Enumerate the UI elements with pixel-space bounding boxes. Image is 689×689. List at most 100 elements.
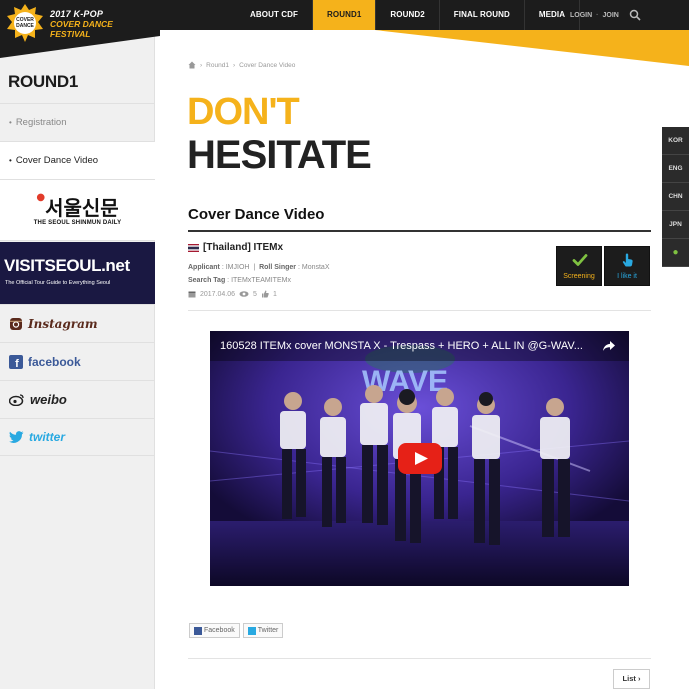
- logo-title-text: COVER DANCE FESTIVAL: [50, 19, 130, 39]
- share-twitter-button[interactable]: Twitter: [242, 623, 284, 638]
- page: COVER DANCE 2017 K-POP COVER DANCE FESTI…: [0, 0, 689, 689]
- hand-pointer-icon: [622, 253, 633, 267]
- util-separator: ·: [596, 11, 599, 19]
- applicant-label: Applicant: [188, 264, 220, 271]
- nav-round2[interactable]: ROUND2: [376, 0, 438, 30]
- visitseoul-logo: VISITSEOUL.net: [4, 256, 130, 276]
- twitter-label: twitter: [29, 430, 65, 444]
- login-link[interactable]: LOGIN: [570, 12, 592, 19]
- weibo-label: weibo: [30, 392, 67, 407]
- check-icon: [572, 254, 588, 266]
- post-title: [Thailand] ITEMx: [188, 242, 283, 253]
- meta-divider: [188, 310, 651, 311]
- sidebar-item-registration[interactable]: • Registration: [0, 103, 155, 141]
- language-rail: KOR ENG CHN JPN ●: [662, 127, 689, 267]
- sidebar-item-cover-dance-video[interactable]: • Cover Dance Video: [0, 141, 155, 179]
- svg-text:f: f: [15, 358, 19, 369]
- lang-kor[interactable]: KOR: [662, 127, 689, 155]
- share-arrow-icon[interactable]: [602, 340, 616, 352]
- breadcrumb-sep: ›: [232, 61, 236, 69]
- nav-about-cdf[interactable]: ABOUT CDF: [236, 0, 312, 30]
- seoul-shinmun-logo: ●서울신문: [0, 192, 155, 221]
- hero-line-2: HESITATE: [187, 133, 372, 177]
- post-views: 5: [253, 290, 257, 298]
- footer-divider: [188, 658, 651, 659]
- visit-net-text: .net: [101, 256, 130, 275]
- instagram-icon: [10, 317, 22, 330]
- nav-round1[interactable]: ROUND1: [313, 0, 376, 30]
- nav-final-round[interactable]: FINAL ROUND: [440, 0, 524, 30]
- sidebar-item-label: Cover Dance Video: [15, 155, 99, 166]
- share-buttons: Facebook Twitter: [189, 623, 284, 638]
- hero-line-1: DON'T: [187, 91, 300, 133]
- twitter-small-icon: [247, 626, 256, 635]
- visit-main-text: VISITSEOUL: [4, 256, 102, 275]
- play-button-icon[interactable]: [398, 443, 442, 474]
- breadcrumb-current: Cover Dance Video: [239, 61, 296, 69]
- post-date: 2017.04.06: [200, 290, 236, 298]
- utility-links: LOGIN · JOIN: [570, 0, 641, 30]
- post-meta-tag: Search Tag : ITEMxTEAMITEMx: [188, 277, 291, 284]
- social-twitter[interactable]: twitter: [0, 418, 155, 456]
- share-twitter-label: Twitter: [257, 627, 279, 634]
- video-title: 160528 ITEMx cover MONSTA X - Trespass +…: [220, 340, 583, 352]
- yellow-stripe: [375, 30, 689, 66]
- sidebar-item-label: Registration: [15, 117, 67, 128]
- seoul-en-text: THE SEOUL SHINMUN DAILY: [33, 220, 122, 226]
- list-button[interactable]: List ›: [613, 669, 650, 689]
- singer-label: Roll Singer: [259, 264, 297, 271]
- like-label: I like it: [617, 273, 637, 280]
- social-weibo[interactable]: weibo: [0, 380, 155, 418]
- home-icon[interactable]: [188, 61, 196, 69]
- applicant-value: IMJIOH: [225, 264, 250, 271]
- logo-title-line1: COVER DANCE: [50, 19, 113, 29]
- svg-text:DANCE: DANCE: [16, 23, 34, 29]
- banner-visitseoul[interactable]: VISITSEOUL.net The Official Tour Guide t…: [0, 242, 155, 304]
- post-likes: 1: [272, 290, 277, 298]
- facebook-small-icon: [194, 626, 202, 635]
- logo-year-text: 2017 K-POP: [50, 9, 104, 19]
- tag-label: Search Tag: [188, 277, 226, 284]
- screening-button[interactable]: Screening: [556, 246, 602, 286]
- screening-label: Screening: [563, 273, 595, 280]
- line-icon[interactable]: ●: [662, 239, 689, 267]
- eye-icon: [239, 291, 249, 297]
- lang-chn[interactable]: CHN: [662, 183, 689, 211]
- like-button[interactable]: I like it: [604, 246, 650, 286]
- join-link[interactable]: JOIN: [603, 12, 619, 19]
- breadcrumb-round1[interactable]: Round1: [206, 62, 229, 69]
- bullet-icon: •: [9, 118, 12, 127]
- bullet-icon: •: [9, 156, 12, 165]
- share-facebook-button[interactable]: Facebook: [189, 623, 240, 638]
- banner-seoul-shinmun[interactable]: ●서울신문 THE SEOUL SHINMUN DAILY: [0, 179, 155, 241]
- post-stats: 2017.04.06 5 1: [188, 290, 277, 298]
- instagram-label: Instagram: [28, 316, 98, 331]
- sidebar-menu: • Registration • Cover Dance Video: [0, 103, 155, 179]
- sidebar: ROUND1 • Registration • Cover Dance Video …: [0, 30, 155, 689]
- visit-sub-text: The Official Tour Guide to Everything Se…: [5, 280, 111, 286]
- social-instagram[interactable]: Instagram: [0, 304, 155, 342]
- video-player[interactable]: WAVE 160528 ITEMx cover MONSTA X - Tresp…: [210, 331, 629, 586]
- post-meta-applicant: Applicant : IMJIOH | Roll Singer : Monst…: [188, 264, 330, 271]
- sidebar-title: ROUND1: [8, 72, 78, 91]
- lang-jpn[interactable]: JPN: [662, 211, 689, 239]
- thumb-up-icon: [261, 290, 269, 298]
- seoul-ko-text: 서울신문: [45, 196, 119, 220]
- lang-eng[interactable]: ENG: [662, 155, 689, 183]
- chevron-right-icon: ›: [637, 674, 641, 683]
- main-nav: ABOUT CDF ROUND1 ROUND2 FINAL ROUND MEDI…: [236, 0, 581, 30]
- logo-badge-icon: COVER DANCE: [7, 4, 43, 42]
- twitter-bird-icon: [9, 431, 24, 443]
- breadcrumb-sep: ›: [200, 61, 203, 69]
- list-button-label: List: [622, 674, 636, 683]
- weibo-icon: [9, 394, 24, 406]
- facebook-icon: f: [9, 354, 23, 369]
- section-divider: [188, 230, 651, 232]
- seoul-mark-icon: ●: [36, 192, 46, 203]
- social-facebook[interactable]: f facebook: [0, 342, 155, 380]
- calendar-icon: [188, 291, 196, 298]
- search-icon[interactable]: [629, 9, 641, 21]
- tag-value[interactable]: ITEMxTEAMITEMx: [231, 277, 291, 284]
- singer-value: MonstaX: [301, 264, 330, 271]
- post-title-text: [Thailand] ITEMx: [203, 242, 283, 253]
